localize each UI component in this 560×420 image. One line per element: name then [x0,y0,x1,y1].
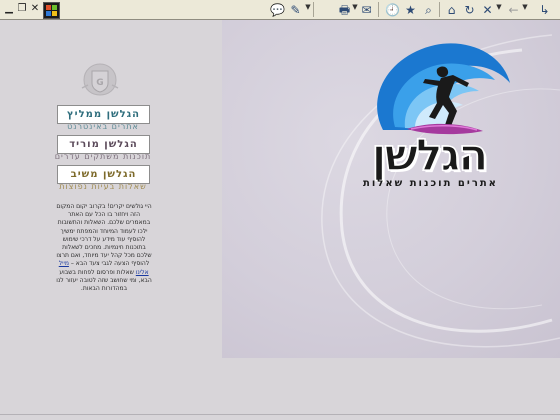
svg-text:G: G [96,78,103,88]
toolbar-separator [378,2,379,17]
intro-paragraph: היי גולשים יקרים! בקרוב יקום המקום הזה ו… [55,203,153,293]
intro-text: היי גולשים יקרים! בקרוב יקום המקום הזה ו… [56,203,152,268]
home-icon[interactable]: ⌂ [443,1,460,18]
browser-toolbar: ▁ ❐ ✕ 💬 ✎ ▼ 🖶 ▼ ✉ 🕘 ★ ⌕ ⌂ ↻ ✕ ▼ ← ▼ ↳ [0,0,560,20]
search-icon[interactable]: ⌕ [420,1,437,18]
toolbar-separator [313,2,314,17]
edit-icon[interactable]: ✎ [287,1,304,18]
recommend-label: הגלשן ממליץ [67,109,140,120]
forward-icon[interactable]: ↳ [536,1,553,18]
history-icon[interactable]: 🕘 [384,1,401,18]
windows-logo-icon[interactable] [43,2,60,19]
stop-dropdown-icon[interactable]: ▼ [496,3,502,11]
toolbar-separator [439,2,440,17]
answers-subtitle: שאלות בעיות נפוצות [59,182,147,191]
emblem-icon: G [81,63,119,96]
restore-icon[interactable]: ❐ [17,2,27,16]
mail-icon[interactable]: ✉ [358,1,375,18]
chat-icon[interactable]: 💬 [269,1,286,18]
downloads-label: הגלשן מוריד [69,139,138,150]
downloads-subtitle: תוכנות משתקים עדרים [54,152,152,161]
refresh-icon[interactable]: ↻ [461,1,478,18]
close-window-icon[interactable]: ✕ [30,2,40,16]
logo-wordmark: הגלשן [371,129,489,182]
print-icon[interactable]: 🖶 [336,1,353,18]
logo-tagline: אתרים תוכנות שאלות [363,178,498,189]
edit-dropdown-icon[interactable]: ▼ [305,3,311,11]
favorites-icon[interactable]: ★ [402,1,419,18]
back-dropdown-icon[interactable]: ▼ [522,3,528,11]
back-icon[interactable]: ← [505,1,522,18]
answers-label: הגלשן משיב [70,169,137,180]
recommend-subtitle: אתרים באינטרנט [67,122,139,131]
bottom-divider [0,414,560,415]
minimize-icon[interactable]: ▁ [4,2,14,16]
stop-icon[interactable]: ✕ [479,1,496,18]
